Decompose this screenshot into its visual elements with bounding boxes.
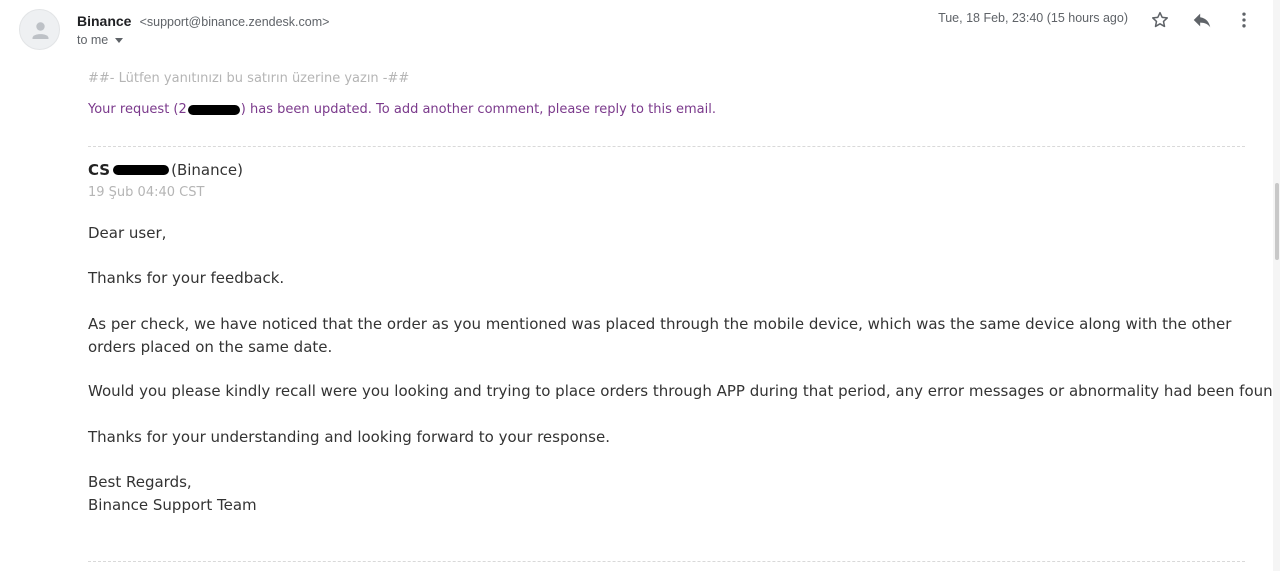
sender-email: <support@binance.zendesk.com> (139, 15, 330, 29)
reply-button[interactable] (1190, 8, 1214, 32)
comment-date: 19 Şub 04:40 CST (88, 185, 205, 200)
scrollbar-thumb[interactable] (1275, 183, 1279, 260)
person-avatar-icon (32, 22, 49, 39)
regards-text: Best Regards, (88, 473, 192, 491)
thanks-text: Thanks for your feedback. (88, 269, 285, 287)
recipients-line: to me (77, 33, 124, 47)
reply-icon (1193, 13, 1211, 28)
signature-text: Binance Support Team (88, 496, 257, 514)
check-paragraph: As per check, we have noticed that the o… (88, 315, 1232, 356)
request-update-line: Your request (2 ) has been updated. To ad… (88, 102, 716, 117)
star-button[interactable] (1148, 8, 1172, 32)
recall-paragraph: Would you please kindly recall were you … (88, 382, 1280, 400)
chevron-down-icon[interactable] (115, 37, 124, 43)
sender-name[interactable]: Binance (77, 13, 131, 29)
reply-marker-text: ##- Lütfen yanıtınızı bu satırın üzerine… (88, 71, 410, 86)
sender-line: Binance <support@binance.zendesk.com> (77, 11, 329, 30)
divider (88, 561, 1245, 562)
email-view: Binance <support@binance.zendesk.com> to… (0, 0, 1280, 571)
comment-author: CS (Binance) (88, 161, 243, 179)
more-options-button[interactable] (1232, 8, 1256, 32)
scrollbar[interactable] (1273, 0, 1280, 571)
author-prefix: CS (88, 161, 111, 179)
redacted-author-name (113, 165, 170, 175)
more-vert-icon (1242, 12, 1246, 28)
star-icon (1152, 11, 1168, 28)
update-suffix: ) has been updated. To add another comme… (240, 102, 716, 117)
update-prefix: Your request (2 (88, 102, 187, 117)
redacted-request-number (187, 104, 240, 115)
understanding-paragraph: Thanks for your understanding and lookin… (88, 428, 610, 446)
to-me-label: to me (77, 33, 109, 47)
author-org: (Binance) (171, 161, 243, 179)
divider (88, 146, 1245, 147)
sender-avatar[interactable] (19, 9, 60, 50)
email-date: Tue, 18 Feb, 23:40 (15 hours ago) (938, 11, 1128, 25)
greeting-text: Dear user, (88, 224, 167, 242)
